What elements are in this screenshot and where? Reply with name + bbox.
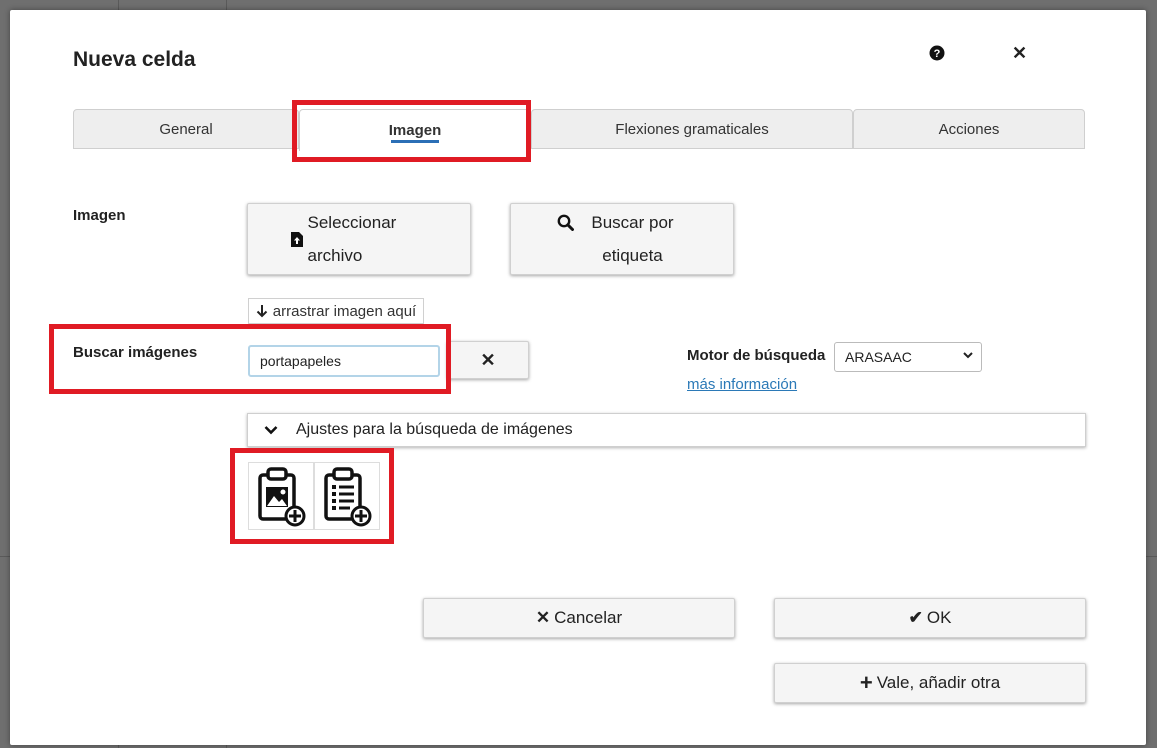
search-settings-accordion[interactable]: Ajustes para la búsqueda de imágenes — [247, 413, 1086, 447]
tab-acciones[interactable]: Acciones — [853, 109, 1085, 149]
ok-add-another-label: Vale, añadir otra — [876, 673, 1001, 692]
search-by-tag-label: Buscar por etiqueta — [591, 213, 674, 265]
drag-image-dropzone[interactable]: arrastrar imagen aquí — [248, 298, 424, 324]
more-info-link[interactable]: más información — [687, 376, 797, 393]
close-icon: ✕ — [535, 608, 551, 627]
clipboard-image-add-icon — [258, 467, 306, 527]
image-label: Imagen — [73, 207, 126, 224]
active-tab-underline — [391, 140, 439, 143]
ok-add-another-button[interactable]: + Vale, añadir otra — [774, 663, 1086, 703]
arrow-down-icon — [256, 305, 268, 318]
select-file-button[interactable]: Seleccionar archivo — [247, 203, 471, 275]
ok-button[interactable]: ✔ OK — [774, 598, 1086, 638]
search-results — [248, 462, 380, 532]
search-images-input[interactable] — [248, 345, 440, 377]
search-engine-value: ARASAAC — [845, 349, 912, 365]
tab-label: General — [159, 120, 213, 138]
chevron-down-icon — [264, 426, 278, 435]
search-settings-label: Ajustes para la búsqueda de imágenes — [296, 421, 573, 438]
tab-imagen[interactable]: Imagen — [299, 109, 531, 151]
dialog-title: Nueva celda — [73, 48, 196, 71]
question-circle-icon[interactable]: ? — [929, 45, 945, 61]
drag-hint-label: arrastrar imagen aquí — [272, 302, 417, 320]
chevron-down-icon — [963, 352, 973, 359]
new-cell-dialog: Nueva celda ? ✕ General Imagen Flexiones… — [10, 10, 1146, 745]
clear-icon: ✕ — [480, 349, 496, 370]
tab-general[interactable]: General — [73, 109, 299, 149]
clipboard-list-add-icon — [324, 467, 372, 527]
cancel-label: Cancelar — [554, 608, 623, 627]
search-by-tag-button[interactable]: Buscar por etiqueta — [510, 203, 734, 275]
cancel-button[interactable]: ✕ Cancelar — [423, 598, 735, 638]
select-file-label: Seleccionar archivo — [307, 213, 397, 265]
search-engine-select[interactable]: ARASAAC — [834, 342, 982, 372]
tab-label: Imagen — [388, 122, 442, 139]
search-icon — [557, 214, 574, 231]
tab-label: Flexiones gramaticales — [615, 120, 769, 138]
search-images-label: Buscar imágenes — [73, 344, 198, 361]
plus-icon: + — [859, 670, 873, 695]
tab-flexiones-gramaticales[interactable]: Flexiones gramaticales — [531, 109, 853, 149]
result-item[interactable] — [314, 462, 380, 530]
search-engine-label: Motor de búsqueda — [687, 347, 826, 364]
file-upload-icon — [290, 231, 303, 247]
tab-bar: General Imagen Flexiones gramaticales Ac… — [73, 109, 1085, 151]
svg-text:?: ? — [934, 48, 941, 60]
close-icon[interactable]: ✕ — [1012, 43, 1027, 64]
clear-search-button[interactable]: ✕ — [447, 341, 529, 379]
tab-label: Acciones — [938, 120, 1000, 138]
result-item[interactable] — [248, 462, 314, 530]
ok-label: OK — [926, 608, 952, 627]
check-icon: ✔ — [908, 608, 923, 627]
